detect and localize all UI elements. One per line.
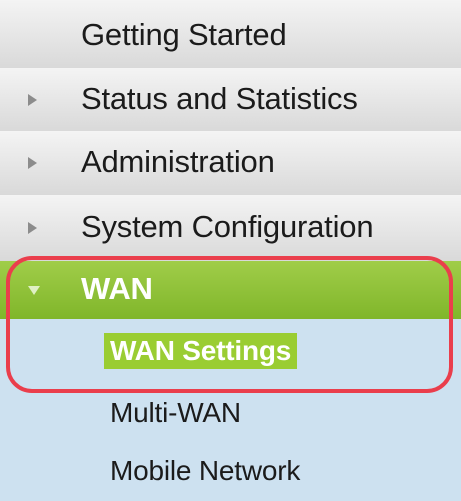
sub-nav-item-multi-wan[interactable]: Multi-WAN [0,387,461,444]
sub-nav-item-label: Mobile Network [110,455,301,486]
selected-item-highlight: WAN Settings [104,333,298,369]
expand-arrow-icon[interactable] [28,94,37,106]
nav-item-label: System Configuration [81,209,374,244]
expand-arrow-icon[interactable] [28,222,37,234]
nav-item-label: Getting Started [81,17,287,52]
nav-item-status-and-statistics[interactable]: Status and Statistics [0,68,461,131]
sub-nav-item-wan-settings[interactable]: WAN Settings [0,319,461,387]
nav-item-wan[interactable]: WAN [0,261,461,319]
expand-arrow-icon[interactable] [28,157,37,169]
nav-item-getting-started[interactable]: Getting Started [0,0,461,68]
nav-item-administration[interactable]: Administration [0,131,461,195]
nav-item-system-configuration[interactable]: System Configuration [0,195,461,261]
nav-item-label: Status and Statistics [81,81,358,116]
sub-nav-item-label: Multi-WAN [110,397,241,428]
sub-nav-item-mobile-network[interactable]: Mobile Network [0,444,461,501]
collapse-arrow-icon[interactable] [28,286,40,295]
nav-item-label: WAN [81,271,153,306]
nav-item-label: Administration [81,144,275,179]
sub-nav-item-label: WAN Settings [104,333,298,369]
left-navigation-menu: Getting Started Status and Statistics Ad… [0,0,461,501]
